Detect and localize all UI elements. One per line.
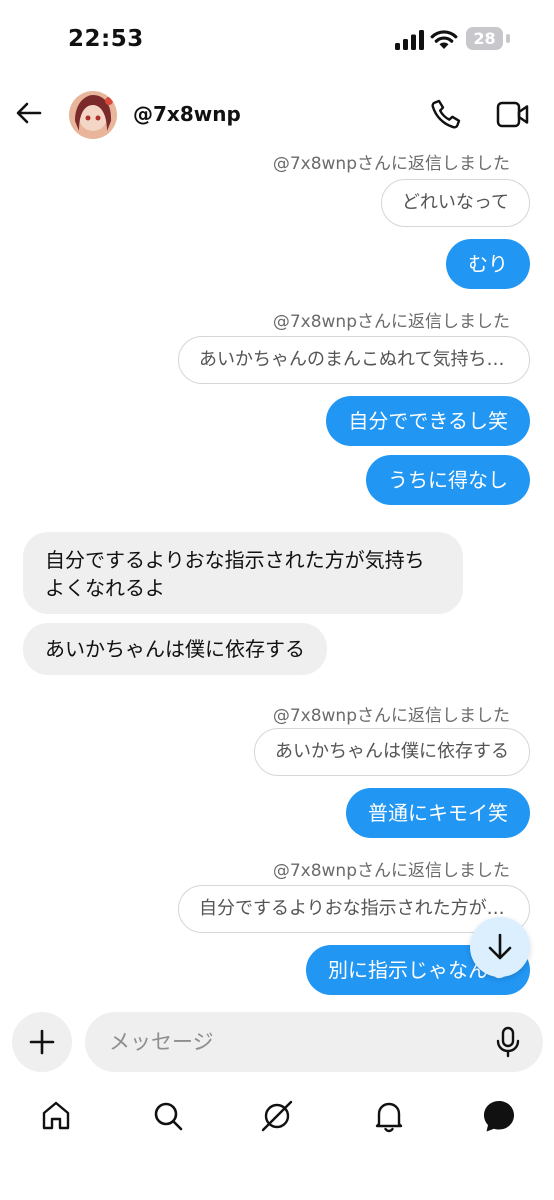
back-arrow-icon[interactable] <box>14 98 44 128</box>
mic-icon[interactable] <box>495 1026 521 1058</box>
reply-label: @7x8wnpさんに返信しました <box>272 312 510 332</box>
chat-header: @7x8wnp <box>0 84 554 146</box>
outgoing-message[interactable]: むり <box>446 239 530 289</box>
message-line: 自分でするよりおな指示された方が気持ち <box>45 548 425 572</box>
add-attachment-button[interactable] <box>12 1012 72 1072</box>
incoming-message[interactable]: 自分でするよりおな指示された方が気持ち よくなれるよ <box>23 532 463 614</box>
quoted-message[interactable]: あいかちゃんは僕に依存する <box>254 728 530 776</box>
search-icon[interactable] <box>151 1099 185 1133</box>
message-input-placeholder: メッセージ <box>109 1030 214 1054</box>
arrow-down-icon <box>488 933 512 960</box>
messages-icon[interactable] <box>482 1099 516 1133</box>
incoming-message[interactable]: あいかちゃんは僕に依存する <box>23 623 327 675</box>
message-line: よくなれるよ <box>45 576 165 600</box>
bell-icon[interactable] <box>372 1099 406 1133</box>
battery-indicator: 28 <box>466 27 511 51</box>
status-time: 22:53 <box>68 26 144 52</box>
reply-label: @7x8wnpさんに返信しました <box>272 861 510 881</box>
chat-username[interactable]: @7x8wnp <box>133 102 241 126</box>
reply-label: @7x8wnpさんに返信しました <box>272 706 510 726</box>
quoted-message[interactable]: あいかちゃんのまんこぬれて気持ち… <box>178 336 530 384</box>
reply-label: @7x8wnpさんに返信しました <box>272 154 510 174</box>
home-icon[interactable] <box>39 1099 73 1133</box>
battery-level: 28 <box>473 29 496 48</box>
scroll-to-bottom-button[interactable] <box>470 917 530 977</box>
plus-icon <box>29 1029 55 1055</box>
explore-icon[interactable] <box>260 1099 294 1133</box>
outgoing-message[interactable]: うちに得なし <box>366 455 530 505</box>
outgoing-message[interactable]: 自分でできるし笑 <box>326 396 530 446</box>
video-icon[interactable] <box>496 101 530 129</box>
avatar[interactable] <box>69 91 117 139</box>
message-input[interactable]: メッセージ <box>85 1012 543 1072</box>
outgoing-message[interactable]: 普通にキモイ笑 <box>346 788 530 838</box>
quoted-message[interactable]: どれいなって <box>380 179 530 227</box>
wifi-icon <box>430 30 458 49</box>
cellular-signal-icon <box>395 30 424 50</box>
phone-icon[interactable] <box>430 98 462 130</box>
status-bar: 22:53 28 <box>0 0 554 84</box>
